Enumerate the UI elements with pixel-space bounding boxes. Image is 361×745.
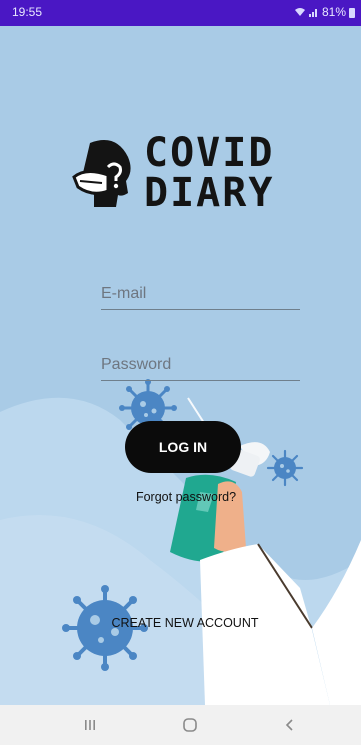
masked-head-icon [72, 140, 131, 207]
status-icons: 81% [294, 5, 355, 19]
back-button[interactable] [270, 713, 310, 737]
status-time: 19:55 [12, 5, 43, 19]
logo-line-covid: COVID [144, 130, 275, 176]
logo-wordmark: COVID DIARY [144, 133, 274, 213]
forgot-password-link[interactable]: Forgot password? [126, 490, 246, 504]
battery-percent: 81% [321, 5, 346, 19]
status-bar: 19:55 81% [0, 0, 361, 26]
battery-icon [349, 7, 355, 18]
login-screen: 19:55 81% COVID DIARY E-mail LOG IN Forg… [0, 0, 361, 745]
recent-apps-button[interactable] [70, 713, 110, 737]
system-nav-bar [0, 705, 361, 745]
virus-icon [266, 449, 304, 487]
logo-line-diary: DIARY [144, 170, 275, 216]
login-button[interactable]: LOG IN [125, 421, 241, 473]
home-button[interactable] [170, 713, 210, 737]
wifi-icon [294, 8, 305, 16]
signal-icon [308, 9, 317, 17]
email-field[interactable] [101, 279, 300, 310]
password-field[interactable] [101, 350, 300, 381]
recent-apps-icon [85, 720, 95, 730]
app-logo: COVID DIARY [72, 133, 332, 223]
home-icon [183, 718, 197, 732]
create-account-link[interactable]: CREATE NEW ACCOUNT [108, 616, 262, 630]
back-icon [285, 719, 293, 731]
